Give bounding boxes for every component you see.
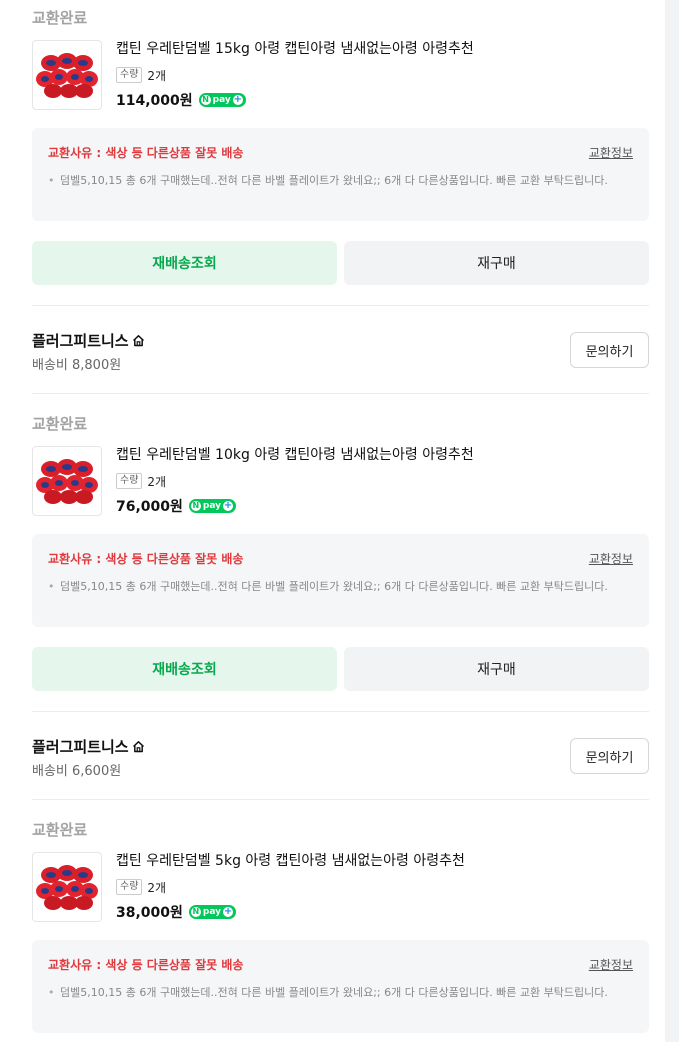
naver-n-icon: N [190,501,201,511]
store-row: 플러그피트니스 배송비 8,800원 문의하기 [32,306,649,393]
order-card: 교환완료 [32,414,649,800]
rebuy-button[interactable]: 재구매 [344,241,649,285]
exchange-info-link[interactable]: 교환정보 [589,144,633,161]
npay-plus-badge: N pay + [198,93,246,107]
plus-icon: + [232,94,243,105]
quantity-value: 2개 [147,68,167,83]
inquiry-button[interactable]: 문의하기 [570,738,649,774]
store-name[interactable]: 플러그피트니스 [32,736,129,757]
order-card: 교환완료 [32,8,649,394]
rebuy-button[interactable]: 재구매 [344,647,649,691]
product-name[interactable]: 캡틴 우레탄덤벨 5kg 아령 캡틴아령 냄새없는아령 아령추천 [116,852,465,870]
dumbbell-image [36,53,98,98]
product-item[interactable]: 캡틴 우레탄덤벨 10kg 아령 캡틴아령 냄새없는아령 아령추천 수량 2개 … [32,446,649,516]
npay-label: pay [202,501,222,511]
exchange-info-link[interactable]: 교환정보 [589,550,633,567]
exchange-reason-description: 덤벨5,10,15 총 6개 구매했는데..전혀 다른 바벨 플레이트가 왔네요… [48,983,630,1002]
price: 38,000원 [116,905,183,921]
plates [36,53,98,98]
product-item[interactable]: 캡틴 우레탄덤벨 5kg 아령 캡틴아령 냄새없는아령 아령추천 수량 2개 3… [32,852,649,922]
quantity-label: 수량 [116,67,143,83]
shipping-fee: 배송비 6,600원 [32,764,122,779]
naver-n-icon: N [200,95,211,105]
order-card: 교환완료 [32,820,649,1033]
dumbbell-image [36,865,98,910]
exchange-reason-title: 교환사유 : 색상 등 다른상품 잘못 배송 [48,552,244,566]
quantity-row: 수량 2개 [116,66,166,84]
order-status: 교환완료 [32,9,88,27]
quantity-value: 2개 [147,880,167,895]
exchange-reason-box: 교환사유 : 색상 등 다른상품 잘못 배송 교환정보 덤벨5,10,15 총 … [32,940,649,1033]
exchange-info-link[interactable]: 교환정보 [589,956,633,973]
exchange-reason-title: 교환사유 : 색상 등 다른상품 잘못 배송 [48,146,244,160]
exchange-reason-description: 덤벨5,10,15 총 6개 구매했는데..전혀 다른 바벨 플레이트가 왔네요… [48,171,630,190]
npay-label: pay [202,907,222,917]
reshipment-tracking-button[interactable]: 재배송조회 [32,647,337,691]
quantity-value: 2개 [147,474,167,489]
order-list-panel: 교환완료 캡틴 우레탄덤벨 15kg 아령 캡틴아령 냄새없는아령 아령추천 수… [0,0,665,1042]
shipping-fee: 배송비 8,800원 [32,358,122,373]
order-status: 교환완료 [32,415,88,433]
inquiry-button[interactable]: 문의하기 [570,332,649,368]
reshipment-tracking-button[interactable]: 재배송조회 [32,241,337,285]
exchange-reason-box: 교환사유 : 색상 등 다른상품 잘못 배송 교환정보 덤벨5,10,15 총 … [32,534,649,627]
plates [36,865,98,910]
product-thumbnail[interactable] [32,852,102,922]
store-row: 플러그피트니스 배송비 6,600원 문의하기 [32,712,649,799]
divider [32,799,649,800]
home-icon [132,741,144,753]
product-thumbnail[interactable] [32,40,102,110]
exchange-reason-title: 교환사유 : 색상 등 다른상품 잘못 배송 [48,958,244,972]
exchange-reason-description: 덤벨5,10,15 총 6개 구매했는데..전혀 다른 바벨 플레이트가 왔네요… [48,577,630,596]
action-buttons: 재배송조회 재구매 [32,647,649,691]
npay-plus-badge: N pay + [188,905,237,919]
quantity-label: 수량 [116,473,143,489]
product-item[interactable]: 캡틴 우레탄덤벨 15kg 아령 캡틴아령 냄새없는아령 아령추천 수량 2개 … [32,40,649,110]
product-name[interactable]: 캡틴 우레탄덤벨 15kg 아령 캡틴아령 냄새없는아령 아령추천 [116,40,474,58]
product-name[interactable]: 캡틴 우레탄덤벨 10kg 아령 캡틴아령 냄새없는아령 아령추천 [116,446,474,464]
action-buttons: 재배송조회 재구매 [32,241,649,285]
plus-icon: + [223,906,234,917]
store-name-link[interactable]: 플러그피트니스 [32,736,145,757]
exchange-reason-box: 교환사유 : 색상 등 다른상품 잘못 배송 교환정보 덤벨5,10,15 총 … [32,128,649,221]
product-thumbnail[interactable] [32,446,102,516]
naver-n-icon: N [190,907,201,917]
price: 114,000원 [116,93,193,109]
price-row: 38,000원 N pay + [116,902,237,922]
quantity-label: 수량 [116,879,143,895]
plus-icon: + [223,500,234,511]
price-row: 76,000원 N pay + [116,496,237,516]
npay-label: pay [212,95,231,105]
dumbbell-image [36,459,98,504]
store-name[interactable]: 플러그피트니스 [32,330,129,351]
divider [32,393,649,394]
price-row: 114,000원 N pay + [116,90,246,110]
plates [36,459,98,504]
npay-plus-badge: N pay + [188,499,237,513]
quantity-row: 수량 2개 [116,878,166,896]
store-name-link[interactable]: 플러그피트니스 [32,330,145,351]
quantity-row: 수량 2개 [116,472,166,490]
price: 76,000원 [116,499,183,515]
home-icon [132,335,144,347]
order-status: 교환완료 [32,821,88,839]
